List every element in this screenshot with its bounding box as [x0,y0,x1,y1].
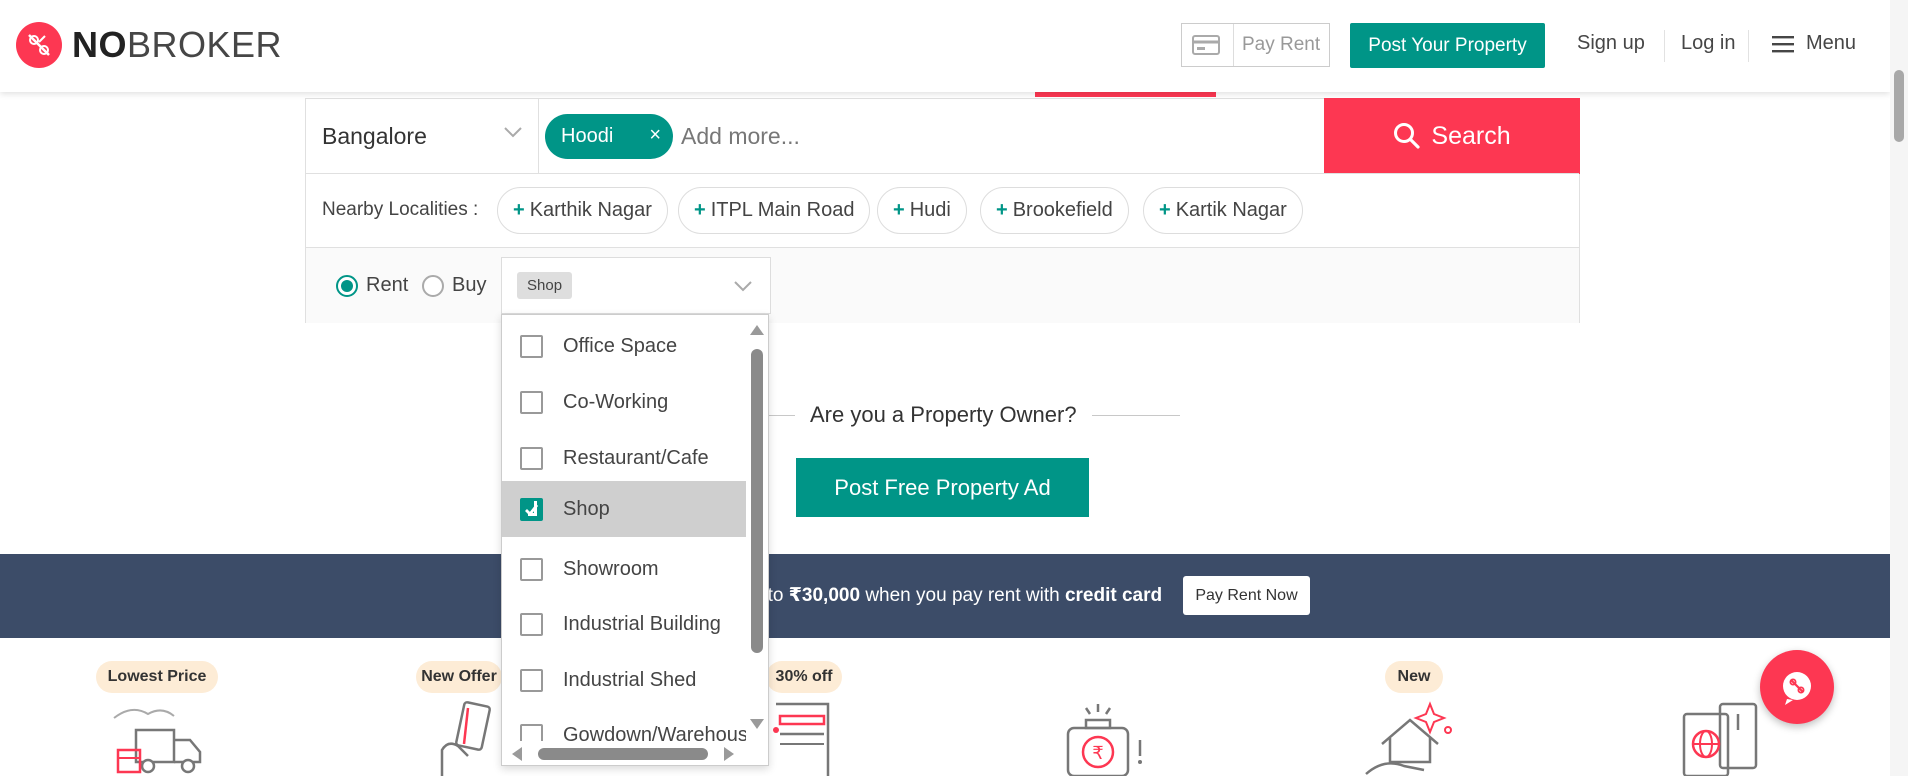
scroll-down-arrow-icon[interactable] [750,719,764,729]
dropdown-horizontal-scrollbar[interactable] [502,741,748,765]
pay-rent-card-hand-icon[interactable] [438,700,504,776]
page-scrollbar-thumb[interactable] [1894,70,1904,142]
search-icon [1394,123,1420,149]
scroll-right-arrow-icon[interactable] [724,747,734,761]
log-in-link[interactable]: Log in [1681,32,1736,55]
divider-line [1092,415,1180,416]
post-free-property-ad-button[interactable]: Post Free Property Ad [796,458,1089,517]
menu-button[interactable]: Menu [1772,32,1856,55]
home-services-house-icon[interactable] [1364,700,1460,776]
pay-rent-label: Pay Rent [1242,34,1321,55]
scroll-left-arrow-icon[interactable] [512,747,522,761]
dropdown-vertical-scrollbar[interactable] [746,315,768,741]
nearby-locality-pill[interactable]: + Hudi [877,187,967,234]
dropdown-option-industrial-shed[interactable]: Industrial Shed [502,652,746,708]
property-type-dropdown: Office Space Co-Working Restaurant/Cafe … [501,314,769,766]
pay-rent-now-button[interactable]: Pay Rent Now [1183,576,1310,615]
chevron-down-icon [734,281,752,292]
chat-icon [1783,672,1811,705]
locality-search-input[interactable] [681,116,1281,156]
nearby-localities-row: Nearby Localities : + Karthik Nagar + ITPL… [306,173,1579,248]
header-divider [1748,30,1749,62]
dropdown-option-co-working[interactable]: Co-Working [502,374,746,430]
nearby-locality-pill[interactable]: + ITPL Main Road [678,187,871,234]
service-badge: 30% off [766,661,842,693]
rental-agreement-document-icon[interactable] [766,700,838,776]
logo-icon [16,22,62,68]
nobroker-logo[interactable]: NOBROKER [16,22,282,68]
dropdown-option-industrial-building[interactable]: Industrial Building [502,596,746,652]
legal-passport-globe-icon[interactable] [1680,700,1760,776]
city-select[interactable]: Bangalore [306,99,539,173]
search-button[interactable]: Search [1324,98,1580,174]
packers-movers-truck-icon[interactable] [112,700,204,776]
property-owner-heading: Are you a Property Owner? [810,402,1077,427]
sign-up-link[interactable]: Sign up [1577,32,1645,55]
property-type-select[interactable]: Shop [501,257,771,314]
checkbox-icon [520,446,543,470]
rupee-camera-icon[interactable]: ₹ [1056,700,1148,776]
search-button-label: Search [1431,121,1511,150]
dropdown-option-office-space[interactable]: Office Space [502,318,746,374]
nearby-locality-pill[interactable]: + Karthik Nagar [497,187,668,234]
dropdown-option-restaurant-cafe[interactable]: Restaurant/Cafe [502,430,746,486]
locality-chip-label: Hoodi [561,125,614,147]
site-header: NOBROKER Pay Rent Post Your Property Sig… [0,0,1890,92]
checkbox-icon [520,612,543,636]
checkbox-icon [520,334,543,358]
service-badge: New [1385,661,1443,693]
pay-rent-button[interactable]: Pay Rent [1181,23,1330,67]
service-badge: Lowest Price [96,661,218,693]
radio-checked-icon [336,274,358,297]
chat-support-button[interactable] [1760,650,1834,724]
search-panel: Bangalore Hoodi × Search Nearby Localiti… [305,98,1580,323]
checkbox-checked-icon [520,497,543,521]
radio-unchecked-icon [422,274,444,297]
menu-label: Menu [1806,32,1857,54]
dropdown-option-showroom[interactable]: Showroom [502,541,746,597]
credit-card-offer-banner: pto ₹30,000 when you pay rent with credi… [0,554,1890,638]
selected-type-tag: Shop [517,272,573,299]
svg-text:₹: ₹ [1092,743,1103,764]
active-tab-indicator [1035,92,1216,97]
scrollbar-thumb[interactable] [751,349,763,653]
hamburger-icon [1772,35,1794,52]
nearby-localities-label: Nearby Localities : [322,199,479,220]
checkbox-icon [520,390,543,414]
nearby-locality-pill[interactable]: + Brookefield [980,187,1129,234]
remove-chip-icon[interactable]: × [649,124,661,147]
header-divider [1664,30,1665,62]
chevron-down-icon [504,127,522,138]
credit-card-icon [1182,24,1234,66]
search-options-row: Rent Buy Shop [306,248,1579,323]
scrollbar-thumb[interactable] [538,748,708,760]
post-your-property-button[interactable]: Post Your Property [1350,23,1545,68]
buy-radio[interactable]: Buy [422,274,486,297]
page-scrollbar[interactable] [1890,0,1908,776]
service-badge: New Offer [416,661,502,693]
checkbox-icon [520,557,543,581]
banner-text: pto ₹30,000 when you pay rent with credi… [757,585,1163,606]
dropdown-option-shop[interactable]: Shop [502,481,746,537]
city-value: Bangalore [322,122,427,149]
locality-chip: Hoodi × [545,114,673,159]
checkbox-icon [520,668,543,692]
scroll-up-arrow-icon[interactable] [750,325,764,335]
rent-radio[interactable]: Rent [336,274,408,297]
logo-text: NOBROKER [72,24,283,65]
nearby-locality-pill[interactable]: + Kartik Nagar [1143,187,1303,234]
